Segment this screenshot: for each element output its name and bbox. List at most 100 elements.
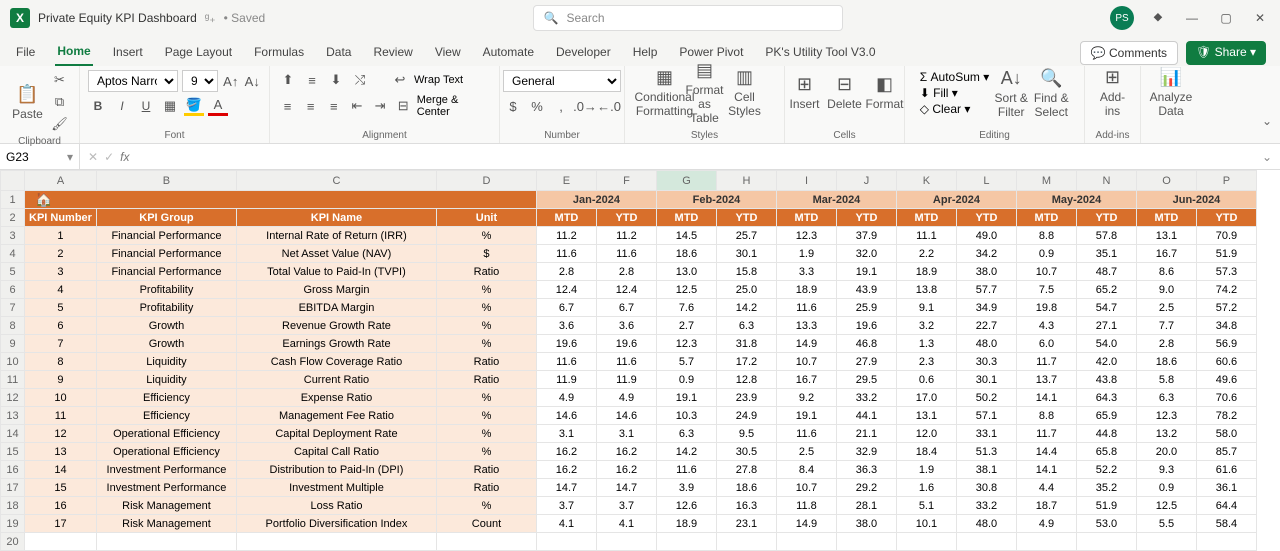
sort-filter-button[interactable]: A↓Sort & Filter xyxy=(993,71,1029,115)
tab-view[interactable]: View xyxy=(433,41,463,65)
col-header[interactable]: M xyxy=(1016,171,1076,191)
table-row[interactable]: 1 xyxy=(25,227,97,245)
italic-icon[interactable]: I xyxy=(112,96,132,116)
decrease-decimal-icon[interactable]: ←.0 xyxy=(599,96,619,116)
tab-help[interactable]: Help xyxy=(631,41,660,65)
format-cells-button[interactable]: ◧Format xyxy=(867,70,903,114)
cancel-formula-icon[interactable]: ✕ xyxy=(88,150,98,164)
tab-pk-s-utility-tool-v-[interactable]: PK's Utility Tool V3.0 xyxy=(763,41,877,65)
align-top-icon[interactable]: ⬆ xyxy=(278,70,298,90)
format-as-table-button[interactable]: ▤Format as Table xyxy=(687,70,723,114)
autosum-button[interactable]: Σ AutoSum ▾ xyxy=(920,70,989,84)
tab-file[interactable]: File xyxy=(14,41,37,65)
merge-icon[interactable]: ⊟ xyxy=(394,96,413,116)
col-header[interactable]: A xyxy=(25,171,97,191)
table-row[interactable]: 14 xyxy=(25,461,97,479)
currency-icon[interactable]: $ xyxy=(503,96,523,116)
decrease-indent-icon[interactable]: ⇤ xyxy=(347,96,366,116)
table-row[interactable]: 10 xyxy=(25,389,97,407)
cell-styles-button[interactable]: ▥Cell Styles xyxy=(727,70,763,114)
table-row[interactable]: 8 xyxy=(25,353,97,371)
col-header[interactable]: G xyxy=(656,171,716,191)
formula-input[interactable] xyxy=(137,144,1253,169)
comma-icon[interactable]: , xyxy=(551,96,571,116)
col-header[interactable]: J xyxy=(836,171,896,191)
col-header[interactable]: I xyxy=(776,171,836,191)
col-header[interactable]: E xyxy=(536,171,596,191)
align-right-icon[interactable]: ≡ xyxy=(324,96,343,116)
wrap-text-icon[interactable]: ↩ xyxy=(390,70,410,90)
borders-icon[interactable]: ▦ xyxy=(160,96,180,116)
copilot-icon[interactable]: ⯁ xyxy=(1148,11,1168,26)
minimize-button[interactable]: — xyxy=(1182,11,1202,25)
increase-indent-icon[interactable]: ⇥ xyxy=(371,96,390,116)
table-row[interactable]: 3 xyxy=(25,263,97,281)
enter-formula-icon[interactable]: ✓ xyxy=(104,150,114,164)
collapse-ribbon-icon[interactable]: ⌄ xyxy=(1262,114,1272,128)
table-row[interactable]: 15 xyxy=(25,479,97,497)
fill-button[interactable]: ⬇ Fill ▾ xyxy=(920,86,989,100)
search-box[interactable]: 🔍 Search xyxy=(533,5,843,31)
tab-developer[interactable]: Developer xyxy=(554,41,613,65)
table-row[interactable]: 17 xyxy=(25,515,97,533)
orientation-icon[interactable]: ⤭ xyxy=(350,70,370,90)
close-button[interactable]: ✕ xyxy=(1250,11,1270,25)
col-header[interactable]: K xyxy=(896,171,956,191)
table-row[interactable]: 13 xyxy=(25,443,97,461)
share-button[interactable]: 🛡 Share ▾ xyxy=(1186,41,1266,65)
col-header[interactable]: F xyxy=(596,171,656,191)
number-format-select[interactable]: General xyxy=(503,70,621,92)
delete-cells-button[interactable]: ⊟Delete xyxy=(827,70,863,114)
table-row[interactable]: 12 xyxy=(25,425,97,443)
find-select-button[interactable]: 🔍Find & Select xyxy=(1033,71,1069,115)
tab-home[interactable]: Home xyxy=(55,40,92,66)
save-status[interactable]: • Saved xyxy=(224,11,266,25)
clear-button[interactable]: ◇ Clear ▾ xyxy=(920,102,989,116)
percent-icon[interactable]: % xyxy=(527,96,547,116)
col-header[interactable]: C xyxy=(236,171,436,191)
copy-icon[interactable]: ⧉ xyxy=(50,92,70,112)
tab-automate[interactable]: Automate xyxy=(481,41,536,65)
expand-formula-icon[interactable]: ⌄ xyxy=(1254,150,1280,164)
tab-formulas[interactable]: Formulas xyxy=(252,41,306,65)
align-left-icon[interactable]: ≡ xyxy=(278,96,297,116)
comments-button[interactable]: 💬 Comments xyxy=(1080,41,1178,65)
table-row[interactable]: 6 xyxy=(25,317,97,335)
align-middle-icon[interactable]: ≡ xyxy=(302,70,322,90)
decrease-font-icon[interactable]: A↓ xyxy=(244,71,262,91)
font-color-icon[interactable]: A xyxy=(208,96,228,116)
tab-insert[interactable]: Insert xyxy=(111,41,145,65)
bold-icon[interactable]: B xyxy=(88,96,108,116)
table-row[interactable]: 5 xyxy=(25,299,97,317)
tab-review[interactable]: Review xyxy=(371,41,414,65)
align-bottom-icon[interactable]: ⬇ xyxy=(326,70,346,90)
col-header[interactable]: H xyxy=(716,171,776,191)
underline-icon[interactable]: U xyxy=(136,96,156,116)
fill-color-icon[interactable]: 🪣 xyxy=(184,96,204,116)
table-row[interactable]: 16 xyxy=(25,497,97,515)
table-row[interactable]: 2 xyxy=(25,245,97,263)
table-row[interactable]: 11 xyxy=(25,407,97,425)
addins-button[interactable]: ⊞Add-ins xyxy=(1095,70,1131,114)
font-name-select[interactable]: Aptos Narrow xyxy=(88,70,178,92)
spreadsheet-grid[interactable]: ABCDEFGHIJKLMNOP1🏠Jan-2024Feb-2024Mar-20… xyxy=(0,170,1280,551)
paste-button[interactable]: 📋Paste xyxy=(10,80,46,124)
analyze-data-button[interactable]: 📊Analyze Data xyxy=(1153,70,1189,114)
maximize-button[interactable]: ▢ xyxy=(1216,11,1236,25)
insert-cells-button[interactable]: ⊞Insert xyxy=(787,70,823,114)
tab-data[interactable]: Data xyxy=(324,41,353,65)
tab-page-layout[interactable]: Page Layout xyxy=(163,41,234,65)
format-painter-icon[interactable]: 🖌 xyxy=(50,114,70,134)
col-header[interactable]: O xyxy=(1136,171,1196,191)
name-box[interactable]: G23▾ xyxy=(0,144,80,169)
user-avatar[interactable]: PS xyxy=(1110,6,1134,30)
table-row[interactable]: 9 xyxy=(25,371,97,389)
increase-decimal-icon[interactable]: .0→ xyxy=(575,96,595,116)
cut-icon[interactable]: ✂ xyxy=(50,70,70,90)
font-size-select[interactable]: 9 xyxy=(182,70,218,92)
align-center-icon[interactable]: ≡ xyxy=(301,96,320,116)
col-header[interactable]: D xyxy=(436,171,536,191)
col-header[interactable]: P xyxy=(1196,171,1256,191)
conditional-formatting-button[interactable]: ▦Conditional Formatting xyxy=(647,70,683,114)
col-header[interactable]: L xyxy=(956,171,1016,191)
